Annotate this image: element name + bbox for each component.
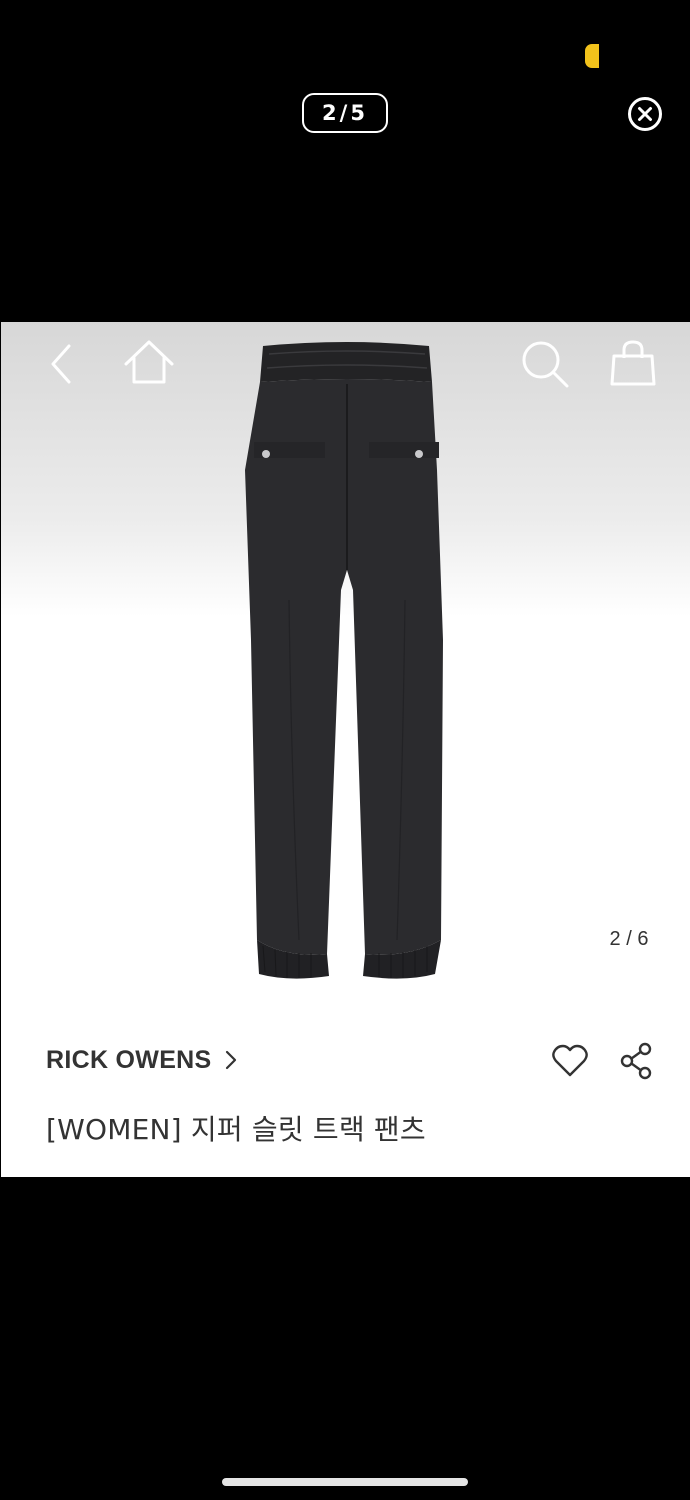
share-icon[interactable] — [619, 1042, 655, 1080]
search-icon[interactable] — [519, 338, 571, 390]
heart-icon[interactable] — [551, 1044, 589, 1078]
product-image-pants — [245, 342, 443, 979]
home-icon[interactable] — [121, 338, 177, 386]
image-counter: 2 / 6 — [609, 928, 649, 950]
home-indicator[interactable] — [222, 1478, 468, 1486]
close-icon[interactable] — [627, 96, 663, 132]
product-screenshot-card: 2 / 6 RICK OWENS [WOMEN] 지퍼 슬릿 트랙 팬츠 — [1, 322, 690, 1177]
chevron-right-icon — [225, 1050, 236, 1070]
chevron-left-icon[interactable] — [45, 342, 77, 386]
product-image-gallery[interactable] — [1, 322, 690, 979]
shopping-bag-icon[interactable] — [607, 338, 659, 388]
product-title: [WOMEN] 지퍼 슬릿 트랙 팬츠 — [46, 1113, 426, 1146]
brand-name: RICK OWENS — [46, 1045, 212, 1074]
viewer-page-counter: 2/5 — [302, 93, 388, 133]
status-indicator — [585, 44, 599, 68]
brand-link[interactable]: RICK OWENS — [46, 1042, 238, 1078]
